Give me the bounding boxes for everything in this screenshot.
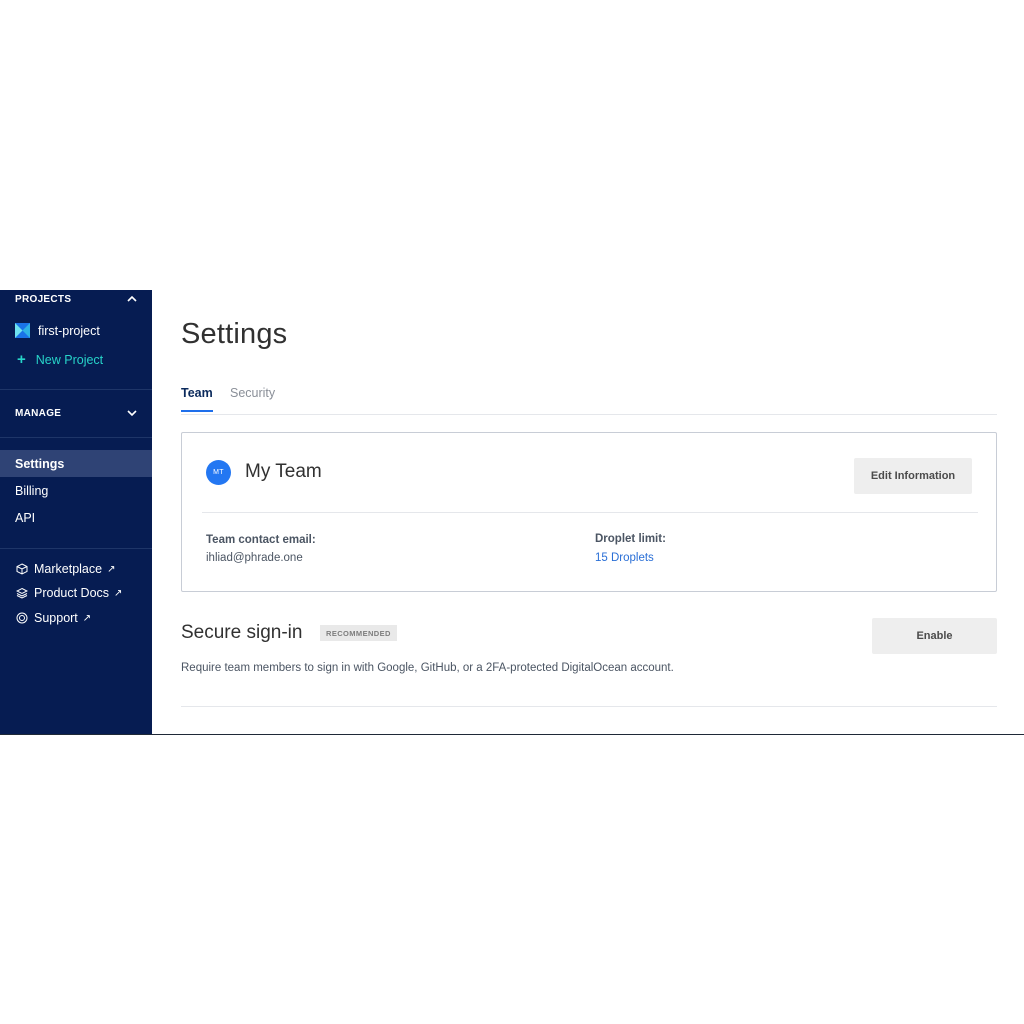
tab-security[interactable]: Security: [230, 386, 275, 410]
team-card: MT My Team Edit Information Team contact…: [181, 432, 997, 592]
layers-icon: [16, 587, 28, 599]
new-project-link[interactable]: + New Project: [15, 352, 103, 367]
external-link-icon: ↗: [107, 563, 116, 575]
support-label: Support: [34, 611, 78, 625]
sidebar: PROJECTS first-project + New Project MAN…: [0, 290, 152, 734]
contact-email-label: Team contact email:: [206, 534, 316, 546]
external-link-icon: ↗: [82, 612, 92, 624]
marketplace-label: Marketplace: [34, 562, 103, 576]
new-project-label: New Project: [35, 352, 104, 367]
card-divider: [202, 512, 978, 513]
sidebar-item-label: Settings: [15, 456, 65, 471]
project-icon: [15, 323, 30, 338]
secure-signin-description: Require team members to sign in with Goo…: [181, 662, 674, 674]
projects-header-label: PROJECTS: [15, 293, 72, 305]
page-title: Settings: [181, 318, 288, 350]
plus-icon: +: [17, 351, 26, 368]
main-content: Settings Team Security MT My Team Edit I…: [152, 290, 1024, 734]
sidebar-item-label: Billing: [15, 483, 49, 498]
secure-signin-title: Secure sign-in: [181, 622, 303, 643]
recommended-badge: RECOMMENDED: [320, 625, 397, 641]
section-divider: [181, 706, 997, 707]
chevron-up-icon[interactable]: [126, 293, 138, 305]
team-name: My Team: [245, 461, 322, 482]
droplet-limit-label: Droplet limit:: [595, 533, 666, 545]
sidebar-item-marketplace[interactable]: Marketplace ↗: [16, 562, 115, 576]
chevron-down-icon[interactable]: [126, 407, 138, 419]
contact-email-value: ihliad@phrade.one: [206, 552, 303, 564]
sidebar-divider: [0, 389, 152, 390]
sidebar-item-api[interactable]: API: [0, 504, 152, 531]
sidebar-item-label: API: [15, 510, 36, 525]
enable-button[interactable]: Enable: [872, 618, 997, 654]
manage-header-label: MANAGE: [15, 407, 62, 419]
lifebuoy-icon: [16, 612, 28, 624]
manage-section-header[interactable]: MANAGE: [15, 407, 138, 419]
sidebar-item-settings[interactable]: Settings: [0, 450, 152, 477]
external-link-icon: ↗: [114, 587, 123, 599]
sidebar-item-first-project[interactable]: first-project: [15, 323, 100, 338]
project-name: first-project: [38, 323, 100, 338]
tab-bar: Team Security: [181, 386, 997, 415]
edit-information-button[interactable]: Edit Information: [854, 458, 972, 494]
sidebar-item-billing[interactable]: Billing: [0, 477, 152, 504]
cube-icon: [16, 563, 28, 575]
avatar: MT: [206, 460, 231, 485]
sidebar-item-support[interactable]: Support ↗: [16, 611, 91, 625]
product-docs-label: Product Docs: [34, 586, 110, 600]
sidebar-divider: [0, 437, 152, 438]
sidebar-divider: [0, 548, 152, 549]
tab-team[interactable]: Team: [181, 386, 213, 412]
droplet-limit-link[interactable]: 15 Droplets: [595, 552, 654, 564]
sidebar-item-product-docs[interactable]: Product Docs ↗: [16, 586, 122, 600]
projects-section-header[interactable]: PROJECTS: [15, 293, 138, 305]
app-window: PROJECTS first-project + New Project MAN…: [0, 290, 1024, 735]
